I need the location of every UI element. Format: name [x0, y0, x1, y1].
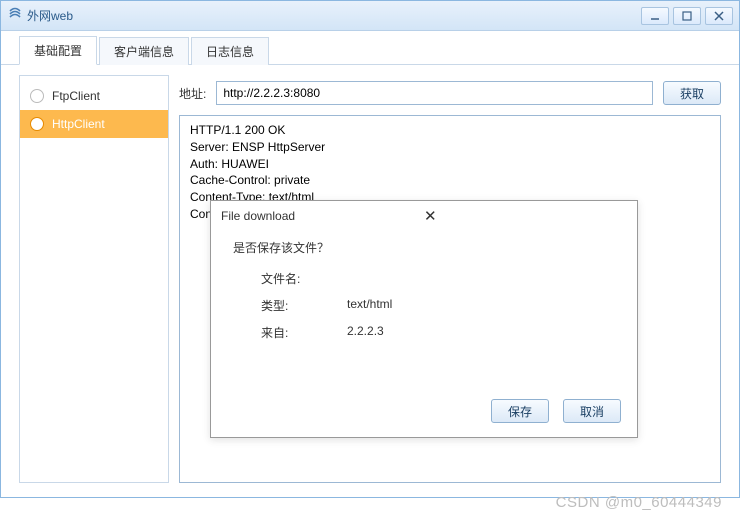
sidebar-item-ftpclient[interactable]: FtpClient: [20, 82, 168, 110]
type-label: 类型:: [261, 297, 347, 314]
file-download-dialog: File download ✕ 是否保存该文件？ 文件名: 类型: text/h…: [210, 200, 638, 438]
dialog-question: 是否保存该文件？: [233, 239, 617, 256]
app-icon: [7, 6, 23, 25]
sidebar-item-httpclient[interactable]: HttpClient: [20, 110, 168, 138]
sidebar-item-label: FtpClient: [52, 89, 100, 103]
tabbar: 基础配置 客户端信息 日志信息: [1, 37, 739, 65]
from-label: 来自:: [261, 324, 347, 341]
address-label: 地址:: [179, 85, 206, 102]
from-value: 2.2.2.3: [347, 324, 384, 341]
maximize-button[interactable]: [673, 7, 701, 25]
window-title: 外网web: [27, 7, 73, 24]
radio-icon: [30, 117, 44, 131]
address-input[interactable]: [216, 81, 653, 105]
get-button[interactable]: 获取: [663, 81, 721, 105]
tab-client-info[interactable]: 客户端信息: [99, 37, 189, 65]
type-value: text/html: [347, 297, 392, 314]
tab-log-info[interactable]: 日志信息: [191, 37, 269, 65]
close-button[interactable]: [705, 7, 733, 25]
minimize-button[interactable]: [641, 7, 669, 25]
close-icon[interactable]: ✕: [420, 207, 627, 225]
titlebar: 外网web: [1, 1, 739, 31]
sidebar-item-label: HttpClient: [52, 117, 105, 131]
cancel-button[interactable]: 取消: [563, 399, 621, 423]
sidebar: FtpClient HttpClient: [19, 75, 169, 483]
save-button[interactable]: 保存: [491, 399, 549, 423]
dialog-title: File download: [221, 209, 420, 223]
radio-icon: [30, 89, 44, 103]
filename-label: 文件名:: [261, 270, 347, 287]
tab-basic-config[interactable]: 基础配置: [19, 36, 97, 65]
dialog-titlebar: File download ✕: [211, 201, 637, 231]
